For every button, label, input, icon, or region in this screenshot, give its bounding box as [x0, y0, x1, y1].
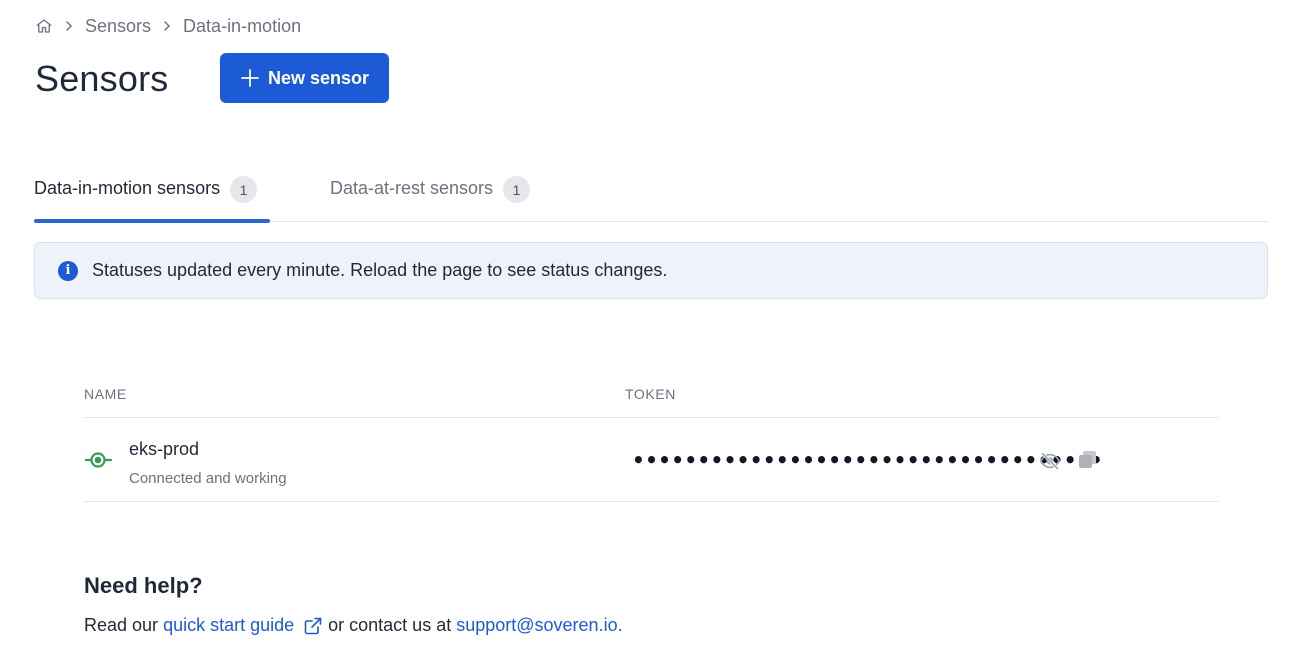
eye-off-icon[interactable] — [1039, 450, 1061, 472]
chevron-right-icon — [161, 20, 173, 32]
plus-icon — [240, 68, 260, 88]
quick-start-guide-link[interactable]: quick start guide — [163, 615, 294, 636]
tab-label: Data-in-motion sensors — [34, 178, 221, 198]
table-row[interactable]: eks-prod Connected and working •••••••••… — [84, 418, 1219, 502]
tab-data-in-motion[interactable]: Data-in-motion sensors 1 — [34, 168, 270, 223]
breadcrumb-data-in-motion[interactable]: Data-in-motion — [183, 16, 301, 37]
sensor-name[interactable]: eks-prod — [129, 439, 199, 460]
page: Sensors Data-in-motion Sensors New senso… — [0, 0, 1300, 660]
support-email-link[interactable]: support@soveren.io. — [456, 615, 622, 636]
tab-count-badge: 1 — [230, 176, 258, 203]
help-prefix: Read our — [84, 615, 159, 635]
breadcrumb: Sensors Data-in-motion — [35, 14, 301, 38]
info-icon: i — [58, 260, 78, 281]
tab-data-at-rest[interactable]: Data-at-rest sensors 1 — [330, 168, 531, 222]
help-title: Need help? — [84, 573, 203, 598]
column-header-token: TOKEN — [625, 386, 676, 402]
breadcrumb-sensors[interactable]: Sensors — [85, 16, 151, 37]
help-middle: or contact us at — [328, 615, 452, 635]
chevron-right-icon — [63, 20, 75, 32]
banner-text: Statuses updated every minute. Reload th… — [92, 260, 668, 280]
external-link-icon[interactable] — [303, 616, 323, 636]
status-info-banner: i Statuses updated every minute. Reload … — [34, 242, 1268, 299]
home-icon[interactable] — [35, 17, 53, 35]
sensor-tabs: Data-in-motion sensors 1 Data-at-rest se… — [34, 168, 1269, 223]
help-text: Read our quick start guide or contact us… — [84, 615, 623, 636]
new-sensor-label: New sensor — [267, 67, 370, 88]
page-title: Sensors — [35, 58, 169, 99]
sensor-status: Connected and working — [129, 470, 287, 487]
tab-label: Data-at-rest sensors — [330, 178, 494, 198]
sensor-connected-icon — [84, 450, 114, 470]
tab-count-badge: 1 — [503, 176, 531, 203]
copy-icon[interactable] — [1077, 449, 1099, 471]
sensor-token: •••••••••••••••••••••••••••••••••••• — [632, 448, 1103, 472]
sensors-table: NAME TOKEN eks-prod Connected and workin… — [84, 380, 1219, 502]
new-sensor-button[interactable]: New sensor — [220, 53, 389, 103]
column-header-name: NAME — [84, 386, 127, 402]
table-header: NAME TOKEN — [84, 380, 1219, 418]
